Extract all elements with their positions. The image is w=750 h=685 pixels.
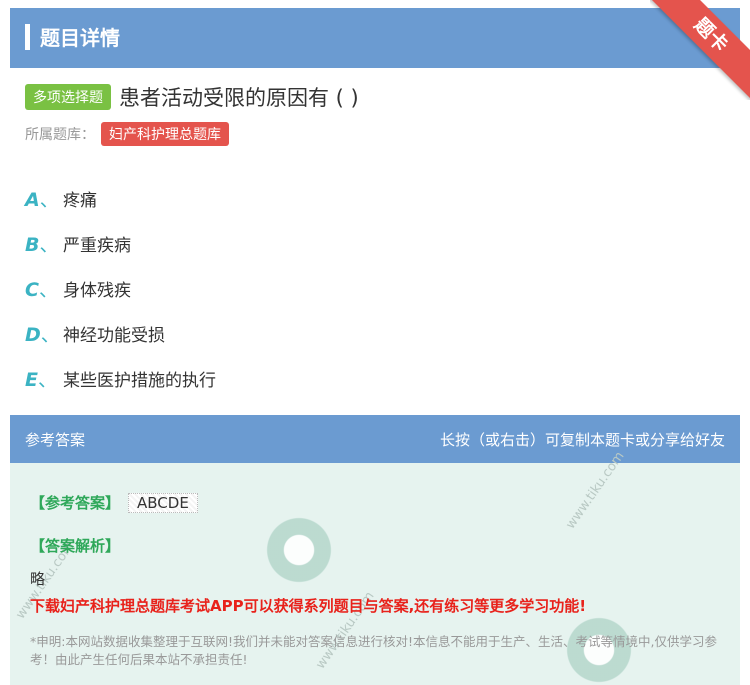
card-header: 题目详情 [10,8,740,68]
option-letter: B、 [25,234,59,256]
question-text: 患者活动受限的原因有 ( ) [119,86,359,110]
answer-line: 【参考答案】 ABCDE [30,492,198,513]
bank-link[interactable]: 妇产科护理总题库 [101,122,229,146]
option-list: A、 疼痛 B、 严重疾病 C、 身体残疾 D、 神经功能受损 E、 某些医护措… [25,176,216,401]
option-letter: D、 [25,324,60,346]
answer-panel: www.tiku.com www.tiku.com www.tiku.com 【… [10,449,740,685]
disclaimer-text: *申明:本网站数据收集整理于互联网!我们并未能对答案信息进行核对!本信息不能用于… [30,634,717,667]
option-text: 身体残疾 [63,281,131,301]
option-letter: E、 [25,369,57,391]
option-letter: C、 [25,279,58,301]
answer-header-title: 参考答案 [25,431,86,449]
answer-value[interactable]: ABCDE [128,493,198,513]
option-letter: A、 [25,189,59,211]
option-d[interactable]: D、 神经功能受损 [25,311,216,356]
answer-header: 参考答案 长按（或右击）可复制本题卡或分享给好友 [10,415,740,463]
ribbon-corner: 题卡 [650,0,750,100]
analysis-text: 略 [30,570,46,588]
option-b[interactable]: B、 严重疾病 [25,221,216,266]
question-type-badge: 多项选择题 [25,84,111,110]
answer-tag: 【参考答案】 [30,494,121,512]
option-c[interactable]: C、 身体残疾 [25,266,216,311]
question-card: 题目详情 题卡 多项选择题 患者活动受限的原因有 ( ) 所属题库： 妇产科护理… [10,0,750,685]
analysis-tag: 【答案解析】 [30,537,121,555]
option-text: 疼痛 [63,191,97,211]
page-title: 题目详情 [40,26,120,50]
question-row: 多项选择题 患者活动受限的原因有 ( ) [25,82,359,112]
bank-row: 所属题库： 妇产科护理总题库 [25,122,229,146]
analysis-line: 【答案解析】 [30,535,120,556]
option-e[interactable]: E、 某些医护措施的执行 [25,356,216,401]
bank-label: 所属题库： [25,127,95,143]
option-text: 神经功能受损 [63,326,165,346]
option-a[interactable]: A、 疼痛 [25,176,216,221]
watermark-logo-icon [262,513,336,587]
share-hint: 长按（或右击）可复制本题卡或分享给好友 [439,431,725,449]
ribbon-label: 题卡 [650,0,750,100]
option-text: 某些医护措施的执行 [63,371,216,391]
download-app-link[interactable]: 下载妇产科护理总题库考试APP可以获得系列题目与答案,还有练习等更多学习功能! [30,595,586,616]
option-text: 严重疾病 [63,236,131,256]
header-accent-bar [25,24,30,50]
